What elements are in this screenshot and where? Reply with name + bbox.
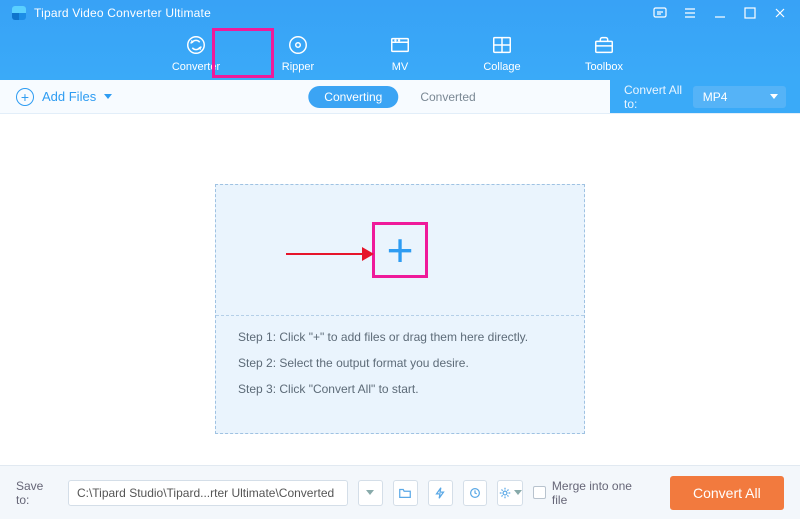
segment-converted[interactable]: Converted bbox=[404, 86, 491, 108]
tab-collage[interactable]: Collage bbox=[474, 26, 530, 80]
toolbox-icon bbox=[592, 33, 616, 57]
tab-mv-label: MV bbox=[392, 61, 409, 73]
step-1-text: Step 1: Click "+" to add files or drag t… bbox=[238, 330, 562, 344]
app-title: Tipard Video Converter Ultimate bbox=[34, 6, 211, 20]
save-path-dropdown[interactable] bbox=[358, 480, 383, 506]
convert-all-to-label: Convert All to: bbox=[624, 83, 685, 111]
segment-converted-label: Converted bbox=[420, 90, 475, 104]
step-3-text: Step 3: Click "Convert All" to start. bbox=[238, 382, 562, 396]
minimize-button[interactable] bbox=[712, 5, 728, 21]
output-format-select[interactable]: MP4 bbox=[693, 86, 786, 108]
chevron-down-icon bbox=[366, 490, 374, 495]
tab-converter[interactable]: Converter bbox=[168, 26, 224, 80]
tab-mv[interactable]: MV bbox=[372, 26, 428, 80]
settings-button[interactable] bbox=[497, 480, 523, 506]
merge-label: Merge into one file bbox=[552, 479, 646, 507]
ripper-icon bbox=[286, 33, 310, 57]
step-2-text: Step 2: Select the output format you des… bbox=[238, 356, 562, 370]
convert-all-to-strip: Convert All to: MP4 bbox=[610, 80, 800, 113]
save-to-label: Save to: bbox=[16, 479, 58, 507]
app-logo-icon bbox=[12, 6, 26, 20]
mv-icon bbox=[388, 33, 412, 57]
header: Tipard Video Converter Ultimate Converte… bbox=[0, 0, 800, 80]
checkbox-icon bbox=[533, 486, 545, 499]
main-tabs: Converter Ripper MV Collage Toolbox bbox=[0, 26, 800, 80]
toolbar: Add Files Converting Converted Convert A… bbox=[0, 80, 800, 114]
add-files-big-plus[interactable]: + bbox=[372, 222, 428, 278]
dropzone-top: + bbox=[216, 185, 584, 315]
close-button[interactable] bbox=[772, 5, 788, 21]
add-files-button[interactable]: Add Files bbox=[16, 88, 112, 106]
segment-converting[interactable]: Converting bbox=[308, 86, 398, 108]
output-format-value: MP4 bbox=[703, 90, 728, 104]
collage-icon bbox=[490, 33, 514, 57]
save-path-value: C:\Tipard Studio\Tipard...rter Ultimate\… bbox=[77, 486, 334, 500]
tab-collage-label: Collage bbox=[483, 61, 520, 73]
add-files-label: Add Files bbox=[42, 89, 96, 104]
dropzone[interactable]: + Step 1: Click "+" to add files or drag… bbox=[215, 184, 585, 434]
segment-converting-label: Converting bbox=[324, 90, 382, 104]
chevron-down-icon bbox=[104, 94, 112, 99]
save-path-field[interactable]: C:\Tipard Studio\Tipard...rter Ultimate\… bbox=[68, 480, 348, 506]
convert-all-button[interactable]: Convert All bbox=[670, 476, 784, 510]
tab-converter-label: Converter bbox=[172, 61, 220, 73]
maximize-button[interactable] bbox=[742, 5, 758, 21]
tab-toolbox[interactable]: Toolbox bbox=[576, 26, 632, 80]
feedback-icon[interactable] bbox=[652, 5, 668, 21]
gpu-accel-button[interactable] bbox=[428, 480, 453, 506]
window-controls bbox=[652, 5, 788, 21]
menu-icon[interactable] bbox=[682, 5, 698, 21]
dropzone-steps: Step 1: Click "+" to add files or drag t… bbox=[216, 316, 584, 410]
main-area: + Step 1: Click "+" to add files or drag… bbox=[0, 114, 800, 465]
tab-ripper[interactable]: Ripper bbox=[270, 26, 326, 80]
chevron-down-icon bbox=[770, 94, 778, 99]
footer: Save to: C:\Tipard Studio\Tipard...rter … bbox=[0, 465, 800, 519]
annotation-arrow bbox=[286, 247, 374, 261]
open-folder-button[interactable] bbox=[393, 480, 418, 506]
chevron-down-icon bbox=[514, 490, 522, 495]
merge-into-one-file[interactable]: Merge into one file bbox=[533, 479, 645, 507]
high-speed-button[interactable] bbox=[463, 480, 488, 506]
converter-icon bbox=[184, 33, 208, 57]
titlebar: Tipard Video Converter Ultimate bbox=[0, 0, 800, 26]
tab-ripper-label: Ripper bbox=[282, 61, 314, 73]
tab-toolbox-label: Toolbox bbox=[585, 61, 623, 73]
plus-icon: + bbox=[387, 227, 414, 273]
convert-all-button-label: Convert All bbox=[693, 485, 761, 501]
plus-circle-icon bbox=[16, 88, 34, 106]
segment-control: Converting Converted bbox=[308, 86, 491, 108]
